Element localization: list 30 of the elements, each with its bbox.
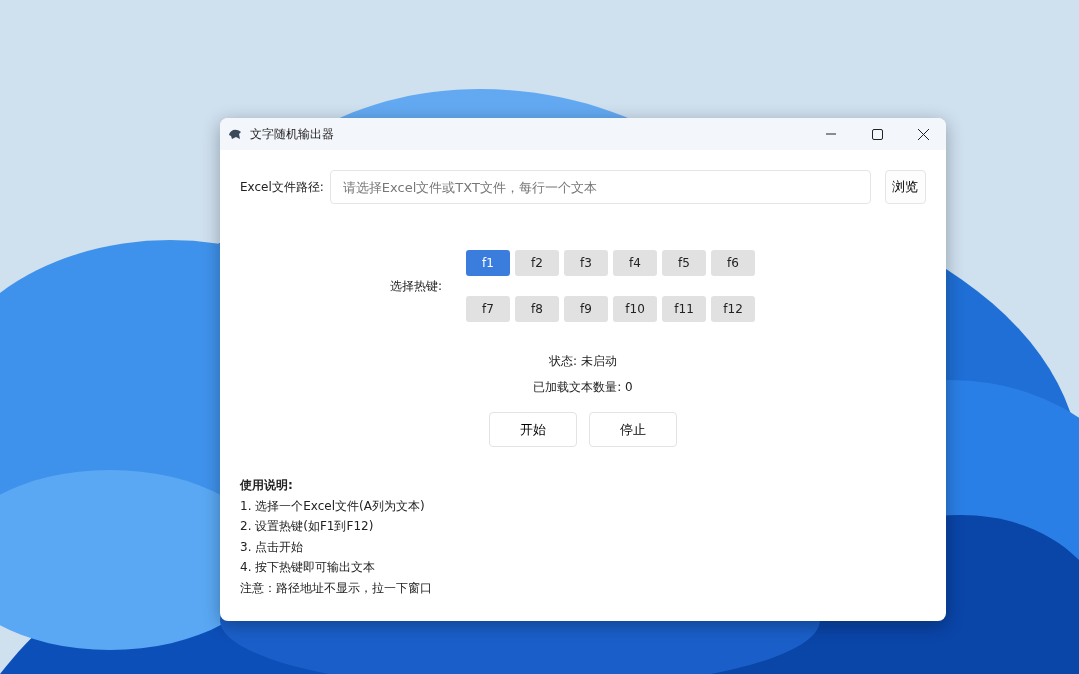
instruction-line: 1. 选择一个Excel文件(A列为文本)	[240, 498, 425, 513]
hotkey-button[interactable]: f11	[662, 296, 707, 322]
close-icon	[917, 128, 929, 140]
hotkey-button[interactable]: f6	[711, 250, 756, 276]
hotkey-button[interactable]: f2	[515, 250, 560, 276]
field-label: Excel文件路径:	[240, 179, 324, 196]
hotkey-button[interactable]: f8	[515, 296, 560, 322]
hotkey-button[interactable]: f10	[613, 296, 658, 322]
hotkey-button[interactable]: f7	[466, 296, 511, 322]
hotkey-label: 选择热键:	[390, 278, 443, 295]
app-icon	[228, 128, 242, 140]
hotkey-button[interactable]: f3	[564, 250, 609, 276]
hotkey-button[interactable]: f4	[613, 250, 658, 276]
status-text: 状态: 未启动	[549, 354, 617, 368]
hotkey-button[interactable]: f9	[564, 296, 609, 322]
start-button[interactable]: 开始	[489, 412, 577, 447]
window-title: 文字随机输出器	[250, 126, 334, 143]
hotkey-button[interactable]: f12	[711, 296, 756, 322]
instructions-title: 使用说明:	[240, 478, 293, 492]
stop-button[interactable]: 停止	[589, 412, 677, 447]
hotkey-button[interactable]: f1	[466, 250, 511, 276]
instruction-line: 2. 设置热键(如F1到F12)	[240, 519, 374, 533]
loaded-count-text: 已加载文本数量: 0	[533, 380, 633, 394]
file-path-field[interactable]: 请选择Excel文件或TXT文件，每行一个文本	[329, 170, 871, 204]
maximize-icon	[871, 128, 883, 140]
hotkey-button[interactable]: f5	[662, 250, 707, 276]
instruction-line: 3. 点击开始	[240, 539, 304, 554]
instruction-line: 4. 按下热键即可输出文本	[240, 560, 376, 574]
browse-button[interactable]: 浏览	[884, 170, 926, 204]
instruction-line: 注意：路径地址不显示，拉一下窗口	[240, 580, 432, 595]
